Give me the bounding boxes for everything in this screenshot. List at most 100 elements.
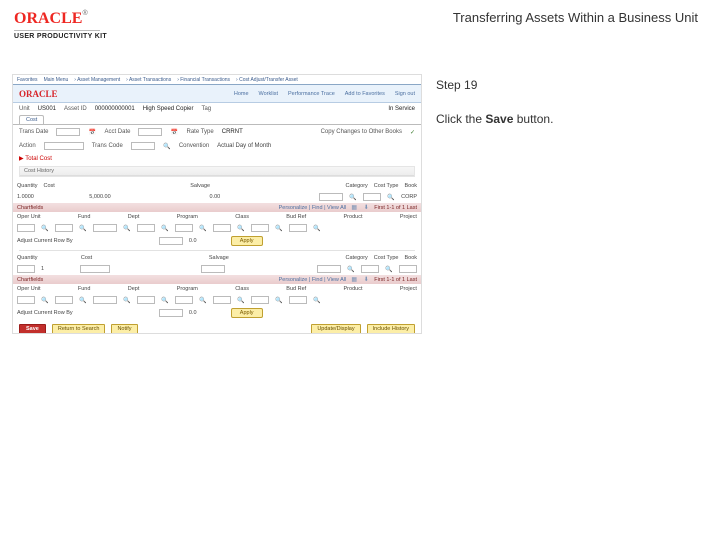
ss-home-link[interactable]: Home [234,91,249,97]
ss-apply1-button[interactable]: Apply [231,236,263,246]
lookup-icon[interactable]: 🔍 [275,296,283,304]
ss-trans-date-input[interactable] [56,128,80,136]
ss-total-cost-link[interactable]: ▶ Total Cost [13,153,58,164]
ss-signout-link[interactable]: Sign out [395,91,415,97]
lookup-icon[interactable]: 🔍 [41,296,49,304]
ss-top-strip: Favorites Main Menu › Asset Management ›… [13,75,421,85]
lookup-icon[interactable]: 🔍 [237,224,245,232]
ss-dept2-input[interactable] [93,296,117,304]
ss-operunit1-input[interactable] [17,224,35,232]
ss-conv-label: Convention [179,143,209,149]
ss-category2-input[interactable] [317,265,341,273]
lookup-icon[interactable]: 🔍 [163,142,171,150]
download-icon[interactable]: ⬇ [362,204,370,212]
ss-budref-label: Bud Ref [286,214,306,220]
update-display-button[interactable]: Update/Display [311,324,360,334]
ss-acct-date-input[interactable] [138,128,162,136]
ss-tab-cost[interactable]: Cost [19,115,44,124]
ss-budref1-input[interactable] [213,224,231,232]
lookup-icon[interactable]: 🔍 [79,224,87,232]
lookup-icon[interactable]: 🔍 [349,193,357,201]
ss-book2-input[interactable] [399,265,417,273]
ss-adjust-row1: Adjust Current Row By 0.0 Apply [13,234,421,248]
lookup-icon[interactable]: 🔍 [199,224,207,232]
lookup-icon[interactable]: 🔍 [275,224,283,232]
ss-cost-row1: Quantity Cost Salvage Category Cost Type… [13,181,421,191]
ss-budref2-input[interactable] [213,296,231,304]
ss-adjust1-value: 0.0 [189,238,197,244]
include-history-button[interactable]: Include History [367,324,415,334]
ss-adjust2-input[interactable] [159,309,183,317]
ss-project2-input[interactable] [289,296,307,304]
ss-action-select[interactable] [44,142,84,150]
notify-button[interactable]: Notify [111,324,137,334]
lookup-icon[interactable]: 🔍 [123,224,131,232]
lookup-icon[interactable]: 🔍 [199,296,207,304]
ss-class2-input[interactable] [175,296,193,304]
ss-grid-count-1: First 1-1 of 1 Last [374,205,417,211]
save-button[interactable]: Save [19,324,46,334]
ss-product2-input[interactable] [251,296,269,304]
lookup-icon[interactable]: 🔍 [237,296,245,304]
ss-qty2-input[interactable] [17,265,35,273]
ss-transcode-input[interactable] [131,142,155,150]
lookup-icon[interactable]: 🔍 [347,265,355,273]
ss-category1-input[interactable] [319,193,343,201]
ss-program-label: Program [177,214,198,220]
ss-perf-link[interactable]: Performance Trace [288,91,335,97]
ss-adjust1-input[interactable] [159,237,183,245]
ss-cf-row2: Oper Unit Fund Dept Program Class Bud Re… [13,284,421,294]
ss-costtype1-input[interactable] [363,193,381,201]
ss-dept-label: Dept [128,214,140,220]
calendar-icon[interactable]: 📅 [170,128,178,136]
ss-project1-input[interactable] [289,224,307,232]
ss-fund1-input[interactable] [55,224,73,232]
ss-mainmenu-link[interactable]: Main Menu [44,77,69,83]
ss-addfav-link[interactable]: Add to Favorites [345,91,385,97]
ss-cf-row2-inputs: 🔍 🔍 🔍 🔍 🔍 🔍 🔍 🔍 [13,294,421,306]
ss-fund2-input[interactable] [55,296,73,304]
ss-product1-input[interactable] [251,224,269,232]
ss-dept1-input[interactable] [93,224,117,232]
ss-class1-input[interactable] [175,224,193,232]
ss-class-label2: Class [235,286,249,292]
ss-book1-value: CORP [401,194,417,200]
lookup-icon[interactable]: 🔍 [385,265,393,273]
logo-wordmark: ORACLE [14,10,82,27]
lookup-icon[interactable]: 🔍 [123,296,131,304]
ss-budref-label2: Bud Ref [286,286,306,292]
grid-icon[interactable]: ▦ [350,276,358,284]
ss-program1-input[interactable] [137,224,155,232]
lookup-icon[interactable]: 🔍 [387,193,395,201]
download-icon[interactable]: ⬇ [362,276,370,284]
lookup-icon[interactable]: 🔍 [41,224,49,232]
ss-operunit2-input[interactable] [17,296,35,304]
ss-book-label: Book [404,183,417,189]
grid-icon[interactable]: ▦ [350,204,358,212]
ss-app-header: ORACLE Home Worklist Performance Trace A… [13,85,421,103]
ss-asset-desc: High Speed Copier [143,106,194,112]
lookup-icon[interactable]: 🔍 [161,224,169,232]
instruction-panel: Step 19 Click the Save button. [436,74,706,334]
lookup-icon[interactable]: 🔍 [161,296,169,304]
ss-cost2-input[interactable] [80,265,110,273]
ss-cost-label2: Cost [81,255,92,261]
ss-salvage2-input[interactable] [201,265,225,273]
ss-crumb-2: › Asset Transactions [126,77,171,83]
ss-copy-check[interactable]: ✓ [410,129,415,136]
ss-costtype2-input[interactable] [361,265,379,273]
lookup-icon[interactable]: 🔍 [313,224,321,232]
ss-crumb-1: › Asset Management [74,77,120,83]
calendar-icon[interactable]: 📅 [88,128,96,136]
ss-favorites-link[interactable]: Favorites [17,77,38,83]
ss-grid-nav-1[interactable]: Personalize | Find | View All [279,205,347,211]
ss-worklist-link[interactable]: Worklist [259,91,278,97]
ss-apply2-button[interactable]: Apply [231,308,263,318]
lookup-icon[interactable]: 🔍 [79,296,87,304]
ss-chartfields-bar-1: Chartfields Personalize | Find | View Al… [13,203,421,212]
return-to-search-button[interactable]: Return to Search [52,324,106,334]
ss-fund-label: Fund [78,214,91,220]
ss-program2-input[interactable] [137,296,155,304]
ss-grid-nav-2[interactable]: Personalize | Find | View All [279,277,347,283]
lookup-icon[interactable]: 🔍 [313,296,321,304]
